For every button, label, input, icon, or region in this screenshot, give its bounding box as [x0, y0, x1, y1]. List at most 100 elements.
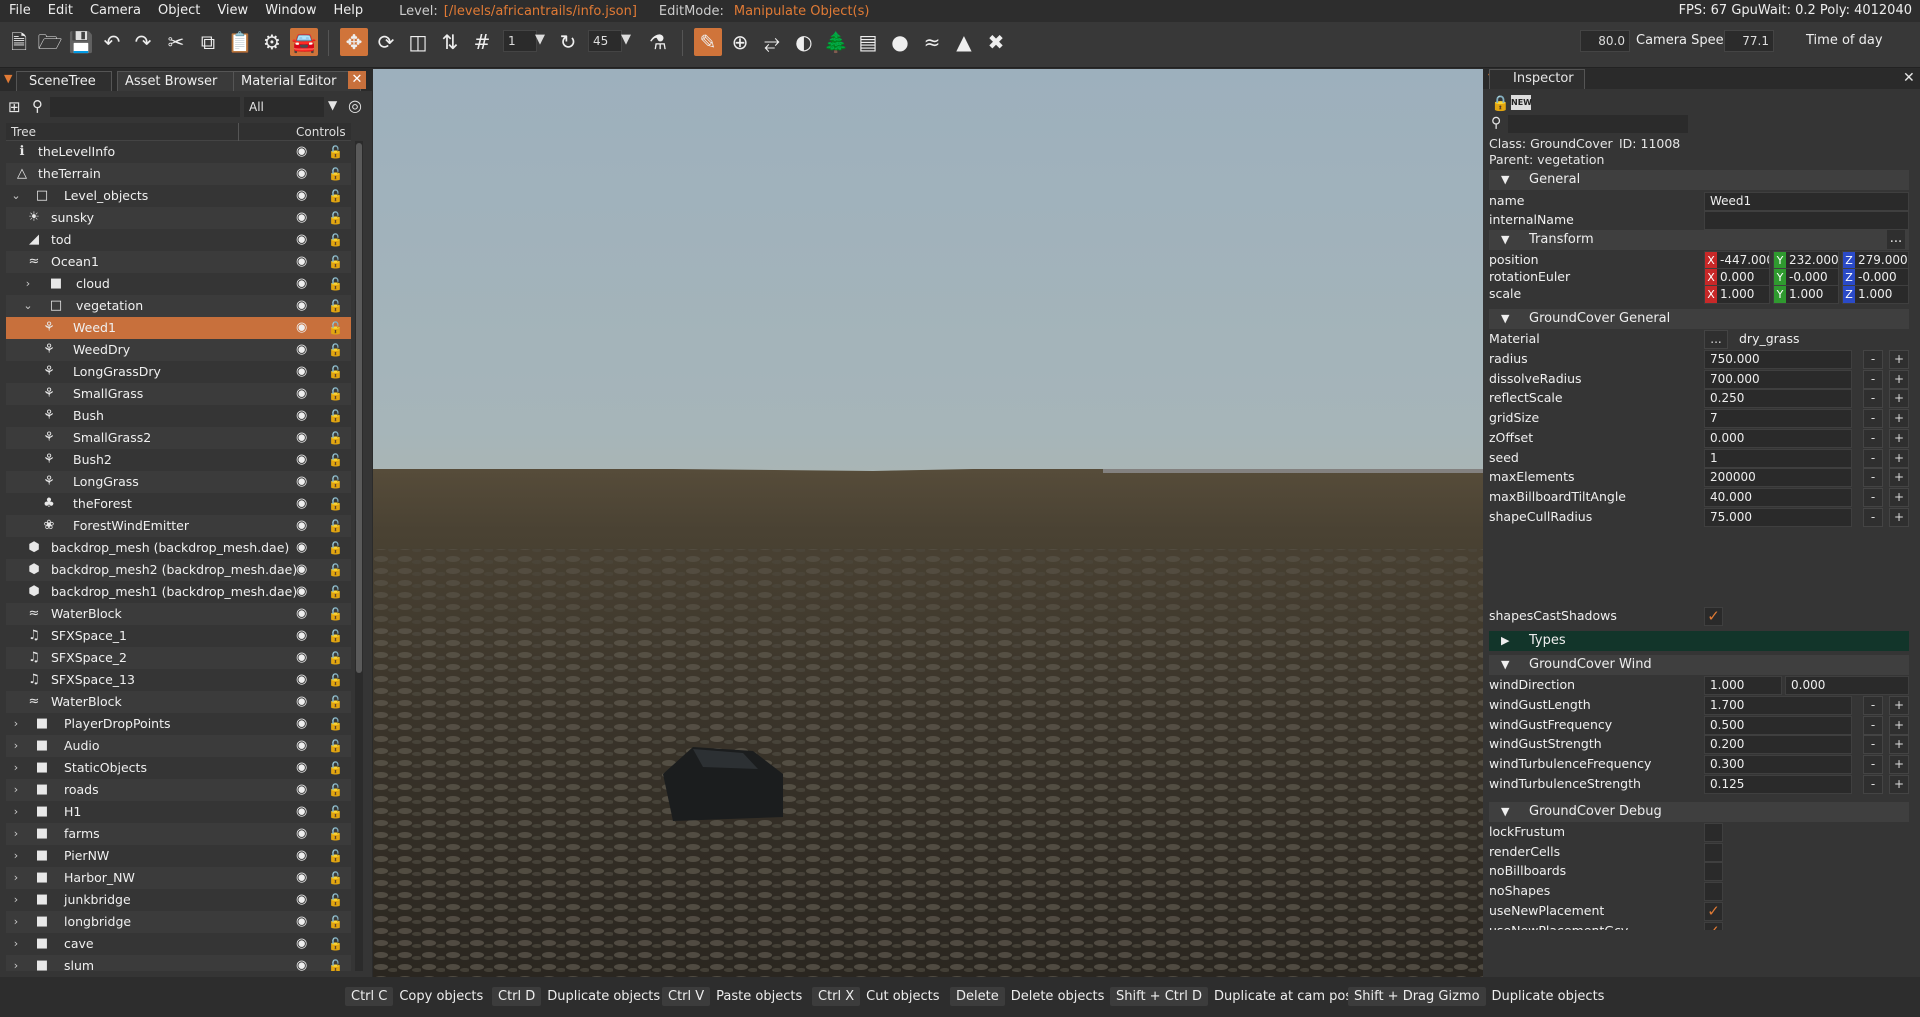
- visibility-eye-icon[interactable]: ◉: [296, 471, 307, 493]
- internal-name-field[interactable]: [1704, 211, 1909, 230]
- visibility-eye-icon[interactable]: ◉: [296, 779, 307, 801]
- number-field[interactable]: 700.000: [1704, 369, 1852, 389]
- lock-icon[interactable]: 🔓: [328, 713, 343, 735]
- material-icon[interactable]: ◐: [790, 28, 818, 56]
- lock-icon[interactable]: 🔓: [328, 163, 343, 185]
- increment-button[interactable]: +: [1889, 428, 1909, 448]
- lock-icon[interactable]: 🔓: [328, 933, 343, 955]
- increment-button[interactable]: +: [1889, 507, 1909, 527]
- number-field[interactable]: 75.000: [1704, 507, 1852, 527]
- tree-row[interactable]: › ■ Harbor_NW ◉ 🔓: [6, 867, 351, 889]
- visibility-eye-icon[interactable]: ◉: [296, 735, 307, 757]
- grid-icon[interactable]: #: [468, 28, 496, 56]
- tab-material-editor[interactable]: Material Editor: [233, 71, 361, 91]
- increment-button[interactable]: +: [1889, 448, 1909, 468]
- tree-row[interactable]: ⚘ LongGrass ◉ 🔓: [6, 471, 351, 493]
- visibility-eye-icon[interactable]: ◉: [296, 163, 307, 185]
- tree-row[interactable]: ⌄ □ vegetation ◉ 🔓: [6, 295, 351, 317]
- lock-icon[interactable]: 🔓: [328, 405, 343, 427]
- lock-icon[interactable]: 🔓: [328, 889, 343, 911]
- lock-icon[interactable]: 🔓: [328, 339, 343, 361]
- expand-arrow-icon[interactable]: ›: [10, 911, 22, 933]
- vehicle-icon[interactable]: 🚘: [290, 28, 318, 56]
- number-field[interactable]: 0.000: [1704, 428, 1852, 448]
- shapes-cast-shadows-checkbox[interactable]: ✓: [1704, 607, 1723, 626]
- meshroad-icon[interactable]: ▲: [950, 28, 978, 56]
- lock-icon[interactable]: 🔓: [328, 449, 343, 471]
- lock-icon[interactable]: 🔓: [328, 559, 343, 581]
- lock-icon[interactable]: 🔓: [328, 823, 343, 845]
- visibility-eye-icon[interactable]: ◉: [296, 691, 307, 713]
- expand-arrow-icon[interactable]: ⌄: [22, 295, 34, 317]
- visibility-eye-icon[interactable]: ◉: [296, 515, 307, 537]
- decrement-button[interactable]: -: [1863, 507, 1883, 527]
- menu-camera[interactable]: Camera: [81, 0, 149, 22]
- navmesh-icon[interactable]: ✖: [982, 28, 1010, 56]
- number-field[interactable]: 40.000: [1704, 487, 1852, 507]
- expand-arrow-icon[interactable]: ›: [10, 889, 22, 911]
- number-field[interactable]: 1: [1704, 448, 1852, 468]
- lock-icon[interactable]: 🔓: [328, 251, 343, 273]
- tree-row[interactable]: › ■ slum ◉ 🔓: [6, 955, 351, 971]
- number-field[interactable]: 0.300: [1704, 755, 1852, 775]
- decrement-button[interactable]: -: [1863, 428, 1883, 448]
- lock-icon[interactable]: 🔓: [328, 229, 343, 251]
- snap-icon[interactable]: ⇅: [436, 28, 464, 56]
- expand-arrow-icon[interactable]: ›: [10, 955, 22, 971]
- lock-icon[interactable]: 🔓: [328, 185, 343, 207]
- lock-icon[interactable]: 🔓: [328, 207, 343, 229]
- debug-checkbox[interactable]: ✓: [1704, 901, 1723, 921]
- lock-icon[interactable]: 🔓: [328, 801, 343, 823]
- cut-icon[interactable]: ✂: [162, 28, 190, 56]
- tree-scrollbar[interactable]: [355, 141, 363, 971]
- new-window-icon[interactable]: NEW: [1511, 95, 1532, 110]
- add-icon[interactable]: ⊕: [726, 28, 754, 56]
- filter-dropdown-icon[interactable]: ▼: [328, 98, 337, 112]
- visibility-eye-icon[interactable]: ◉: [296, 581, 307, 603]
- debug-checkbox[interactable]: [1704, 823, 1723, 842]
- increment-button[interactable]: +: [1889, 774, 1909, 794]
- tree-filter-select[interactable]: All: [244, 97, 324, 117]
- lock-icon[interactable]: 🔒: [1491, 94, 1510, 112]
- section-groundcover-general[interactable]: ▼ GroundCover General: [1489, 309, 1909, 329]
- debug-checkbox[interactable]: ✓: [1704, 921, 1723, 930]
- visibility-eye-icon[interactable]: ◉: [296, 273, 307, 295]
- tree-row[interactable]: › ■ roads ◉ 🔓: [6, 779, 351, 801]
- lock-icon[interactable]: 🔓: [328, 537, 343, 559]
- increment-button[interactable]: +: [1889, 468, 1909, 488]
- visibility-eye-icon[interactable]: ◉: [296, 449, 307, 471]
- tree-row[interactable]: ❀ ForestWindEmitter ◉ 🔓: [6, 515, 351, 537]
- tree-row[interactable]: › ■ StaticObjects ◉ 🔓: [6, 757, 351, 779]
- tree-row[interactable]: ☀ sunsky ◉ 🔓: [6, 207, 351, 229]
- number-field[interactable]: 200000: [1704, 468, 1852, 488]
- section-transform[interactable]: ▼ Transform...: [1489, 230, 1909, 250]
- grid-dropdown-icon[interactable]: ▼: [535, 32, 545, 47]
- angle-icon[interactable]: ↻: [554, 28, 582, 56]
- time-of-day-field[interactable]: 77.1: [1724, 30, 1774, 52]
- decrement-button[interactable]: -: [1863, 755, 1883, 775]
- visibility-eye-icon[interactable]: ◉: [296, 229, 307, 251]
- grid-size-field[interactable]: 1: [503, 30, 537, 52]
- decrement-button[interactable]: -: [1863, 350, 1883, 369]
- lock-icon[interactable]: 🔓: [328, 779, 343, 801]
- decrement-button[interactable]: -: [1863, 448, 1883, 468]
- increment-button[interactable]: +: [1889, 696, 1909, 715]
- number-field[interactable]: 1.700: [1704, 696, 1852, 715]
- 3d-viewport[interactable]: [373, 69, 1483, 977]
- visibility-eye-icon[interactable]: ◉: [296, 845, 307, 867]
- visibility-eye-icon[interactable]: ◉: [296, 955, 307, 971]
- copy-icon[interactable]: ⧉: [194, 28, 222, 56]
- tree-row[interactable]: ≈ WaterBlock ◉ 🔓: [6, 691, 351, 713]
- number-field[interactable]: 0.200: [1704, 735, 1852, 755]
- tree-row[interactable]: ♫ SFXSpace_2 ◉ 🔓: [6, 647, 351, 669]
- number-field[interactable]: 0.250: [1704, 389, 1852, 409]
- tab-scenetree[interactable]: SceneTree: [16, 71, 112, 91]
- visibility-eye-icon[interactable]: ◉: [296, 867, 307, 889]
- tree-row[interactable]: › ■ longbridge ◉ 🔓: [6, 911, 351, 933]
- visibility-eye-icon[interactable]: ◉: [296, 713, 307, 735]
- road-icon[interactable]: ⥂: [758, 28, 786, 56]
- rotate-dropdown-icon[interactable]: ▼: [621, 32, 631, 47]
- decrement-button[interactable]: -: [1863, 715, 1883, 735]
- increment-button[interactable]: +: [1889, 487, 1909, 507]
- expand-arrow-icon[interactable]: ›: [10, 713, 22, 735]
